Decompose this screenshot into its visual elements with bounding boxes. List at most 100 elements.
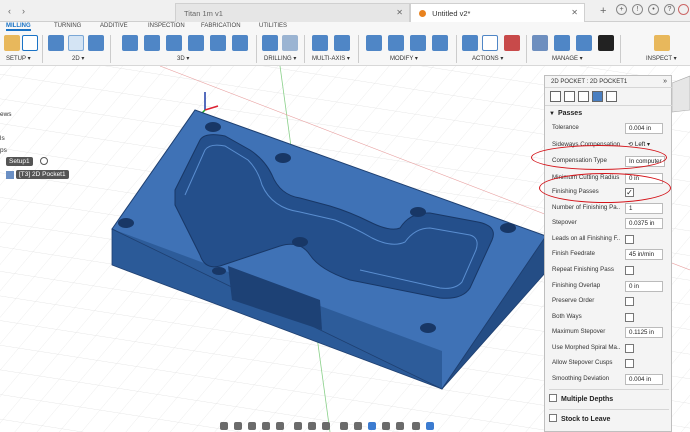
maximum-stepover-field[interactable]: 0.1125 in (625, 327, 663, 338)
setup-node[interactable]: Setup1 (6, 157, 33, 166)
folder-icon[interactable] (4, 35, 20, 51)
machine-library-icon[interactable] (598, 35, 614, 51)
close-icon[interactable]: » (663, 78, 667, 85)
viewports-icon[interactable] (322, 422, 330, 430)
post-process-icon[interactable] (504, 35, 520, 51)
group-modify[interactable]: MODIFY ▾ (390, 55, 418, 62)
fit-icon[interactable] (276, 422, 284, 430)
multiple-depths-checkbox[interactable] (549, 394, 557, 402)
stock-to-leave-section[interactable]: Stock to Leave (549, 414, 610, 423)
tab-inspection[interactable]: INSPECTION (148, 23, 185, 29)
tool-tab-icon[interactable] (550, 91, 561, 102)
generate-icon[interactable] (462, 35, 478, 51)
drill-icon[interactable] (262, 35, 278, 51)
back-icon[interactable]: ‹ (8, 6, 11, 16)
tab-turning[interactable]: TURNING (54, 23, 81, 29)
group-actions[interactable]: ACTIONS ▾ (472, 55, 503, 62)
preserve-order-checkbox[interactable] (625, 297, 634, 306)
stepover-cusps-checkbox[interactable] (625, 359, 634, 368)
notifications-icon[interactable]: ! (632, 4, 643, 15)
layout-icon[interactable] (426, 422, 434, 430)
2d-contour-icon[interactable] (88, 35, 104, 51)
measure-icon[interactable] (654, 35, 670, 51)
stepover-field[interactable]: 0.0375 in (625, 218, 663, 229)
g-code-icon[interactable] (482, 35, 498, 51)
pocket-clearing-icon[interactable] (144, 35, 160, 51)
multi-axis-contour-icon[interactable] (334, 35, 350, 51)
section-icon[interactable] (382, 422, 390, 430)
post-library-icon[interactable] (576, 35, 592, 51)
scallop-icon[interactable] (210, 35, 226, 51)
parallel-icon[interactable] (188, 35, 204, 51)
edit-icon[interactable] (366, 35, 382, 51)
number-of-finishing-passes-field[interactable]: 1 (625, 203, 663, 214)
simulation-icon[interactable] (340, 422, 348, 430)
group-drilling[interactable]: DRILLING ▾ (264, 55, 296, 62)
contour-icon[interactable] (232, 35, 248, 51)
finish-feedrate-field[interactable]: 45 in/min (625, 249, 663, 260)
pattern-icon[interactable] (410, 35, 426, 51)
tab-utilities[interactable]: UTILITIES (259, 23, 287, 29)
template-icon[interactable] (554, 35, 570, 51)
smoothing-deviation-field[interactable]: 0.004 in (625, 374, 663, 385)
finishing-overlap-field[interactable]: 0 in (625, 281, 663, 292)
2d-pocket-icon[interactable] (68, 35, 84, 51)
swarf-icon[interactable] (312, 35, 328, 51)
toolpath-icon[interactable] (368, 422, 376, 430)
display-settings-icon[interactable] (294, 422, 302, 430)
document-tab-active[interactable]: Untitled v2* ✕ (410, 3, 585, 22)
adaptive-clearing-icon[interactable] (122, 35, 138, 51)
passes-tab-icon[interactable] (592, 91, 603, 102)
passes-section-header[interactable]: ▼ Passes (549, 110, 582, 117)
tolerance-field[interactable]: 0.004 in (625, 123, 663, 134)
tool-library-icon[interactable] (532, 35, 548, 51)
linking-tab-icon[interactable] (606, 91, 617, 102)
2d-adaptive-icon[interactable] (48, 35, 64, 51)
setup-icon[interactable] (22, 35, 38, 51)
grid-settings-icon[interactable] (308, 422, 316, 430)
machine-icon[interactable] (412, 422, 420, 430)
help-icon[interactable]: ? (664, 4, 675, 15)
group-multi-axis[interactable]: MULTI-AXIS ▾ (312, 55, 350, 62)
extensions-icon[interactable]: + (616, 4, 627, 15)
effects-icon[interactable] (396, 422, 404, 430)
repeat-finishing-pass-checkbox[interactable] (625, 266, 634, 275)
hole-recognition-icon[interactable] (282, 35, 298, 51)
browser-item[interactable]: ews (0, 111, 12, 118)
heights-tab-icon[interactable] (578, 91, 589, 102)
document-tab-inactive[interactable]: Titan 1m v1 ✕ (175, 3, 410, 22)
pan-icon[interactable] (248, 422, 256, 430)
leads-checkbox[interactable] (625, 235, 634, 244)
look-at-icon[interactable] (234, 422, 242, 430)
steep-shallow-icon[interactable] (166, 35, 182, 51)
jobs-icon[interactable]: • (648, 4, 659, 15)
operation-label: [T3] 2D Pocket1 (19, 171, 66, 178)
close-icon[interactable]: ✕ (396, 8, 403, 17)
account-icon[interactable] (678, 4, 689, 15)
geometry-tab-icon[interactable] (564, 91, 575, 102)
delete-icon[interactable] (432, 35, 448, 51)
visibility-icon[interactable] (40, 157, 48, 165)
zoom-icon[interactable] (262, 422, 270, 430)
operation-node[interactable]: [T3] 2D Pocket1 (16, 170, 69, 179)
browser-item[interactable]: ps (0, 147, 7, 154)
group-manage[interactable]: MANAGE ▾ (552, 55, 583, 62)
orbit-icon[interactable] (220, 422, 228, 430)
both-ways-checkbox[interactable] (625, 313, 634, 322)
stock-icon[interactable] (354, 422, 362, 430)
tab-fabrication[interactable]: FABRICATION (201, 23, 241, 29)
group-setup[interactable]: SETUP ▾ (6, 55, 31, 62)
stock-to-leave-checkbox[interactable] (549, 414, 557, 422)
morphed-spiral-checkbox[interactable] (625, 344, 634, 353)
duplicate-icon[interactable] (388, 35, 404, 51)
browser-item[interactable]: ls (0, 135, 5, 142)
multiple-depths-section[interactable]: Multiple Depths (549, 394, 613, 403)
forward-icon[interactable]: › (22, 6, 25, 16)
group-2d[interactable]: 2D ▾ (72, 55, 84, 62)
tab-milling[interactable]: MILLING (6, 23, 31, 31)
group-3d[interactable]: 3D ▾ (177, 55, 189, 62)
new-tab-icon[interactable]: + (600, 5, 606, 17)
group-inspect[interactable]: INSPECT ▾ (646, 55, 677, 62)
tab-additive[interactable]: ADDITIVE (100, 23, 128, 29)
close-icon[interactable]: ✕ (571, 8, 578, 17)
